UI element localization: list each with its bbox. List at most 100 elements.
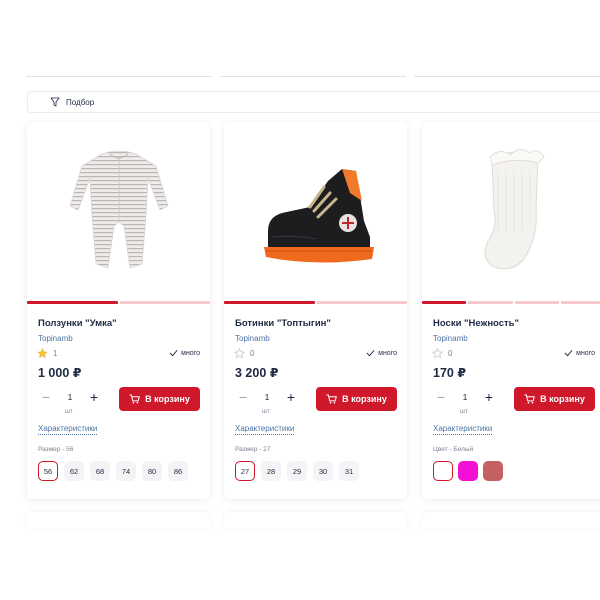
product-rating: 1 — [37, 348, 57, 359]
quantity-stepper[interactable]: − 1 + — [38, 389, 102, 405]
quantity-value[interactable]: 1 — [68, 392, 73, 402]
size-option[interactable]: 68 — [90, 461, 110, 481]
size-option[interactable]: 62 — [64, 461, 84, 481]
cart-icon — [129, 394, 140, 404]
quantity-unit: шт — [262, 409, 270, 415]
product-name[interactable]: Ботинки "Топтыгин" — [235, 318, 331, 329]
product-brand[interactable]: Topinamb — [235, 334, 270, 343]
product-price: 170 ₽ — [433, 366, 467, 380]
size-option[interactable]: 74 — [116, 461, 136, 481]
size-option[interactable]: 56 — [38, 461, 58, 481]
product-card-next-row — [224, 512, 407, 528]
product-brand[interactable]: Topinamb — [38, 334, 73, 343]
size-label: Размер - 56 — [38, 446, 74, 453]
product-card-next-row — [422, 512, 600, 528]
image-pagination[interactable] — [27, 301, 210, 304]
product-price: 3 200 ₽ — [235, 366, 279, 380]
product-name[interactable]: Ползунки "Умка" — [38, 318, 117, 329]
increase-button[interactable]: + — [481, 389, 497, 405]
check-icon — [564, 350, 573, 357]
size-label: Размер - 27 — [235, 446, 271, 453]
cart-icon — [524, 394, 535, 404]
quantity-value[interactable]: 1 — [265, 392, 270, 402]
cart-button-label: В корзину — [145, 394, 190, 404]
quantity-stepper[interactable]: − 1 + — [433, 389, 497, 405]
color-option-magenta[interactable] — [458, 461, 478, 481]
pagination-segment[interactable] — [560, 301, 600, 304]
stock-label: много — [378, 349, 397, 357]
stock-label: много — [576, 349, 595, 357]
size-options: 27 28 29 30 31 — [235, 461, 359, 481]
cart-button-label: В корзину — [342, 394, 387, 404]
pagination-segment[interactable] — [514, 301, 559, 304]
product-price: 1 000 ₽ — [38, 366, 82, 380]
product-card-next-row — [27, 512, 210, 528]
product-rating: 0 — [234, 348, 254, 359]
color-label: Цвет - Белый — [433, 446, 474, 453]
product-image[interactable] — [422, 122, 600, 300]
star-icon — [234, 348, 245, 359]
stock-status: много — [564, 349, 595, 357]
stock-status: много — [169, 349, 200, 357]
pagination-segment[interactable] — [224, 301, 315, 304]
quantity-value[interactable]: 1 — [463, 392, 468, 402]
top-tab-line — [220, 76, 406, 77]
image-pagination[interactable] — [224, 301, 407, 304]
size-option[interactable]: 30 — [313, 461, 333, 481]
image-pagination[interactable] — [422, 301, 600, 304]
product-card[interactable]: Ползунки "Умка" Topinamb 1 много 1 000 ₽… — [27, 122, 210, 499]
top-tab-line — [414, 76, 600, 77]
rating-value: 1 — [53, 349, 58, 358]
decrease-button[interactable]: − — [235, 389, 251, 405]
add-to-cart-button[interactable]: В корзину — [514, 387, 595, 411]
decrease-button[interactable]: − — [433, 389, 449, 405]
product-card[interactable]: Носки "Нежность" Topinamb 0 много 170 ₽ … — [422, 122, 600, 499]
check-icon — [366, 350, 375, 357]
size-option[interactable]: 80 — [142, 461, 162, 481]
product-image[interactable] — [27, 122, 210, 300]
size-option[interactable]: 31 — [339, 461, 359, 481]
characteristics-link[interactable]: Характеристики — [235, 424, 295, 435]
size-option[interactable]: 29 — [287, 461, 307, 481]
color-option-white[interactable] — [433, 461, 453, 481]
rating-value: 0 — [250, 349, 255, 358]
filter-bar[interactable]: Подбор — [27, 91, 600, 113]
increase-button[interactable]: + — [86, 389, 102, 405]
filter-label: Подбор — [66, 97, 95, 107]
pagination-segment[interactable] — [316, 301, 407, 304]
product-brand[interactable]: Topinamb — [433, 334, 468, 343]
add-to-cart-button[interactable]: В корзину — [119, 387, 200, 411]
top-tab-line — [26, 76, 212, 77]
characteristics-link[interactable]: Характеристики — [433, 424, 493, 435]
stock-status: много — [366, 349, 397, 357]
star-icon — [432, 348, 443, 359]
quantity-stepper[interactable]: − 1 + — [235, 389, 299, 405]
size-option[interactable]: 86 — [168, 461, 188, 481]
star-icon — [37, 348, 48, 359]
pagination-segment[interactable] — [468, 301, 513, 304]
quantity-unit: шт — [460, 409, 468, 415]
decrease-button[interactable]: − — [38, 389, 54, 405]
black-boot-image — [263, 169, 374, 263]
increase-button[interactable]: + — [283, 389, 299, 405]
product-rating: 0 — [432, 348, 452, 359]
size-option[interactable]: 28 — [261, 461, 281, 481]
pagination-segment[interactable] — [27, 301, 118, 304]
product-name[interactable]: Носки "Нежность" — [433, 318, 519, 329]
pagination-segment[interactable] — [119, 301, 210, 304]
add-to-cart-button[interactable]: В корзину — [316, 387, 397, 411]
pagination-segment[interactable] — [422, 301, 467, 304]
characteristics-link[interactable]: Характеристики — [38, 424, 98, 435]
quantity-unit: шт — [65, 409, 73, 415]
stock-label: много — [181, 349, 200, 357]
size-options: 56 62 68 74 80 86 — [38, 461, 188, 481]
product-card[interactable]: Ботинки "Топтыгин" Topinamb 0 много 3 20… — [224, 122, 407, 499]
rating-value: 0 — [448, 349, 453, 358]
top-tabs-divider — [26, 76, 600, 78]
size-option[interactable]: 27 — [235, 461, 255, 481]
color-option-rose[interactable] — [483, 461, 503, 481]
striped-bodysuit-image — [69, 150, 168, 269]
product-image[interactable] — [224, 122, 407, 300]
color-options — [433, 461, 508, 481]
filter-icon — [50, 97, 60, 107]
